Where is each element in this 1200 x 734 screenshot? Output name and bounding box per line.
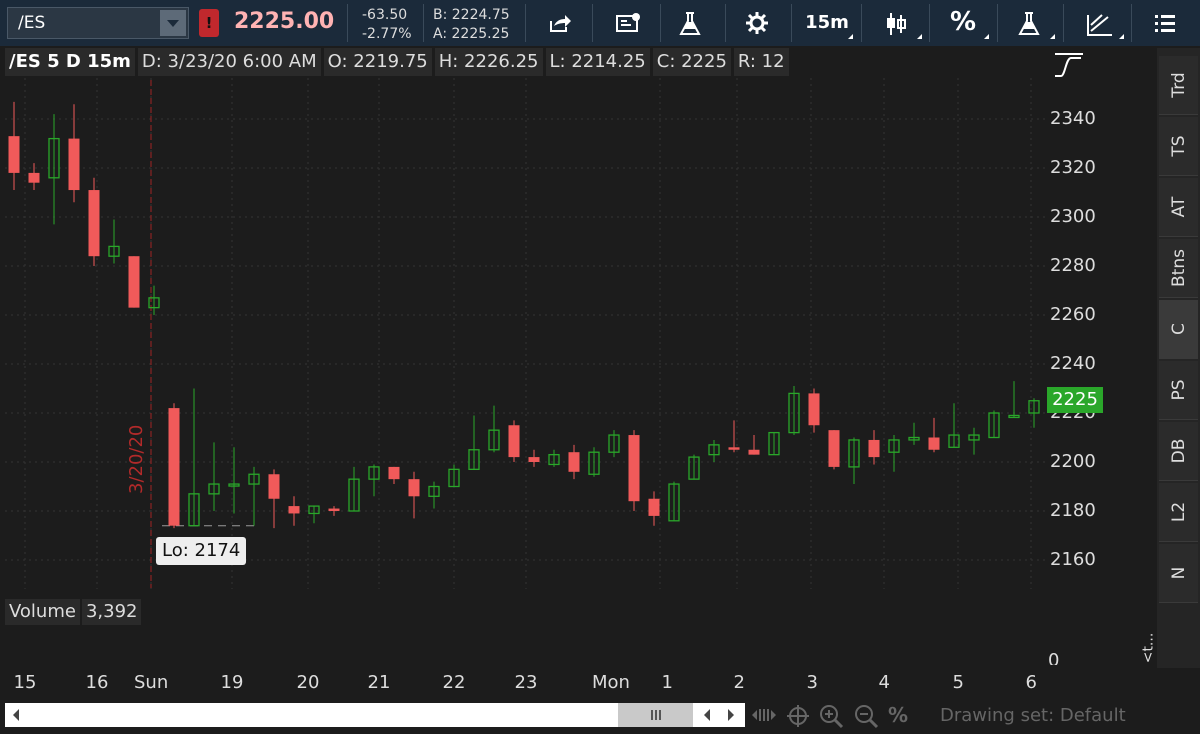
candle-body-down — [928, 437, 940, 450]
side-tab-label: L2 — [1168, 501, 1189, 523]
candle-body-down — [8, 136, 20, 173]
time-axis-label: 2 — [733, 672, 745, 693]
zoom-in-icon[interactable] — [818, 703, 844, 729]
bar-open: O: 2219.75 — [323, 48, 432, 76]
price-axis-label: 2160 — [1050, 549, 1096, 570]
candle-body-down — [328, 508, 340, 511]
zoom-out-icon[interactable] — [853, 703, 879, 729]
side-tab-btns[interactable]: Btns — [1159, 239, 1198, 298]
low-price-label: Lo: 2174 — [156, 537, 247, 565]
candle-body-down — [648, 498, 660, 516]
time-axis-label: 20 — [296, 672, 320, 693]
volume-axis-zero: 0 — [1048, 650, 1060, 665]
crosshair-icon[interactable] — [786, 704, 810, 728]
expand-time-icon[interactable] — [750, 705, 778, 725]
candle-body-down — [508, 425, 520, 458]
side-tab-label: N — [1168, 566, 1189, 580]
candle-body-down — [268, 474, 280, 499]
drawing-set-label[interactable]: Drawing set: Default — [940, 705, 1126, 726]
session-date-marker: 3/20/20 — [126, 424, 147, 494]
side-tab-label: PS — [1168, 379, 1189, 401]
candle-body-down — [388, 466, 400, 480]
side-tab-label: DB — [1168, 438, 1189, 464]
scroll-left-icon[interactable] — [11, 709, 21, 721]
volume-header: Volume 3,392 — [5, 599, 143, 625]
candle-body-down — [528, 457, 540, 462]
time-axis-label: 4 — [878, 672, 890, 693]
time-axis-label: 22 — [442, 672, 466, 693]
time-axis-label: 3 — [806, 672, 818, 693]
bar-close: C: 2225 — [652, 48, 731, 76]
side-tab-n[interactable]: N — [1159, 544, 1198, 603]
volume-pane[interactable] — [5, 597, 1046, 665]
price-axis-label: 2340 — [1050, 108, 1096, 129]
candle-body-down — [68, 138, 80, 191]
time-axis-label: 21 — [367, 672, 391, 693]
price-axis-label: 2280 — [1050, 255, 1096, 276]
candle-body-down — [728, 447, 740, 450]
candle-body-down — [128, 256, 140, 308]
time-axis-label: 19 — [220, 672, 244, 693]
bar-date: D: 3/23/20 6:00 AM — [137, 48, 321, 76]
candle-body-down — [168, 408, 180, 526]
side-tab-c[interactable]: C — [1159, 300, 1198, 359]
percent-scale-toggle[interactable]: % — [888, 703, 908, 727]
time-axis-label: Mon — [592, 672, 630, 693]
candle-body-down — [868, 439, 880, 458]
step-right-icon[interactable] — [727, 709, 735, 721]
time-axis-label: 15 — [13, 672, 37, 693]
price-axis-label: 2260 — [1050, 304, 1096, 325]
side-panel-collapse[interactable]: <t... — [1140, 633, 1156, 664]
scrollbar-thumb[interactable] — [618, 703, 693, 727]
time-axis[interactable] — [0, 667, 1157, 699]
time-axis-label: 5 — [952, 672, 964, 693]
price-axis-label: 2200 — [1050, 451, 1096, 472]
volume-label: Volume — [5, 599, 80, 625]
chart-mode-toggle[interactable] — [1052, 52, 1086, 80]
price-axis-label: 2300 — [1050, 206, 1096, 227]
scroll-step-buttons[interactable] — [695, 703, 745, 727]
candlestick-chart — [5, 78, 1046, 665]
bar-high: H: 2226.25 — [434, 48, 543, 76]
time-axis-label: Sun — [134, 672, 169, 693]
chart-title: /ES 5 D 15m — [5, 48, 135, 76]
candle-body-down — [808, 393, 820, 426]
chart-header: /ES 5 D 15m D: 3/23/20 6:00 AM O: 2219.7… — [5, 48, 792, 78]
side-tab-label: TS — [1168, 135, 1189, 157]
price-axis-label: 2240 — [1050, 353, 1096, 374]
step-left-icon[interactable] — [703, 709, 711, 721]
side-tab-label: C — [1168, 323, 1189, 335]
candle-body-down — [628, 435, 640, 502]
candle-body-down — [828, 430, 840, 467]
side-tab-label: Btns — [1168, 249, 1189, 287]
time-axis-label: 16 — [85, 672, 109, 693]
price-axis-label: 2180 — [1050, 500, 1096, 521]
current-price-tag: 2225 — [1047, 387, 1103, 413]
bar-range: R: 12 — [733, 48, 789, 76]
price-axis-label: 2320 — [1050, 157, 1096, 178]
side-tab-ps[interactable]: PS — [1159, 361, 1198, 420]
candle-body-down — [88, 190, 100, 257]
candle-body-down — [288, 506, 300, 514]
candle-body-down — [28, 172, 40, 183]
volume-value: 3,392 — [81, 599, 142, 625]
candle-body-down — [568, 452, 580, 472]
side-tab-label: Trd — [1168, 72, 1189, 98]
side-tab-trd[interactable]: Trd — [1159, 56, 1198, 115]
side-tab-l2[interactable]: L2 — [1159, 483, 1198, 542]
side-tab-label: AT — [1168, 196, 1189, 218]
side-tab-at[interactable]: AT — [1159, 178, 1198, 237]
candle-body-down — [748, 449, 760, 455]
side-tab-ts[interactable]: TS — [1159, 117, 1198, 176]
time-axis-label: 23 — [514, 672, 538, 693]
bar-low: L: 2214.25 — [545, 48, 650, 76]
time-axis-label: 1 — [661, 672, 673, 693]
grip-icon — [651, 710, 661, 720]
side-tab-db[interactable]: DB — [1159, 422, 1198, 481]
time-axis-label: 6 — [1025, 672, 1037, 693]
candle-body-down — [408, 479, 420, 497]
curve-icon — [1055, 53, 1083, 77]
